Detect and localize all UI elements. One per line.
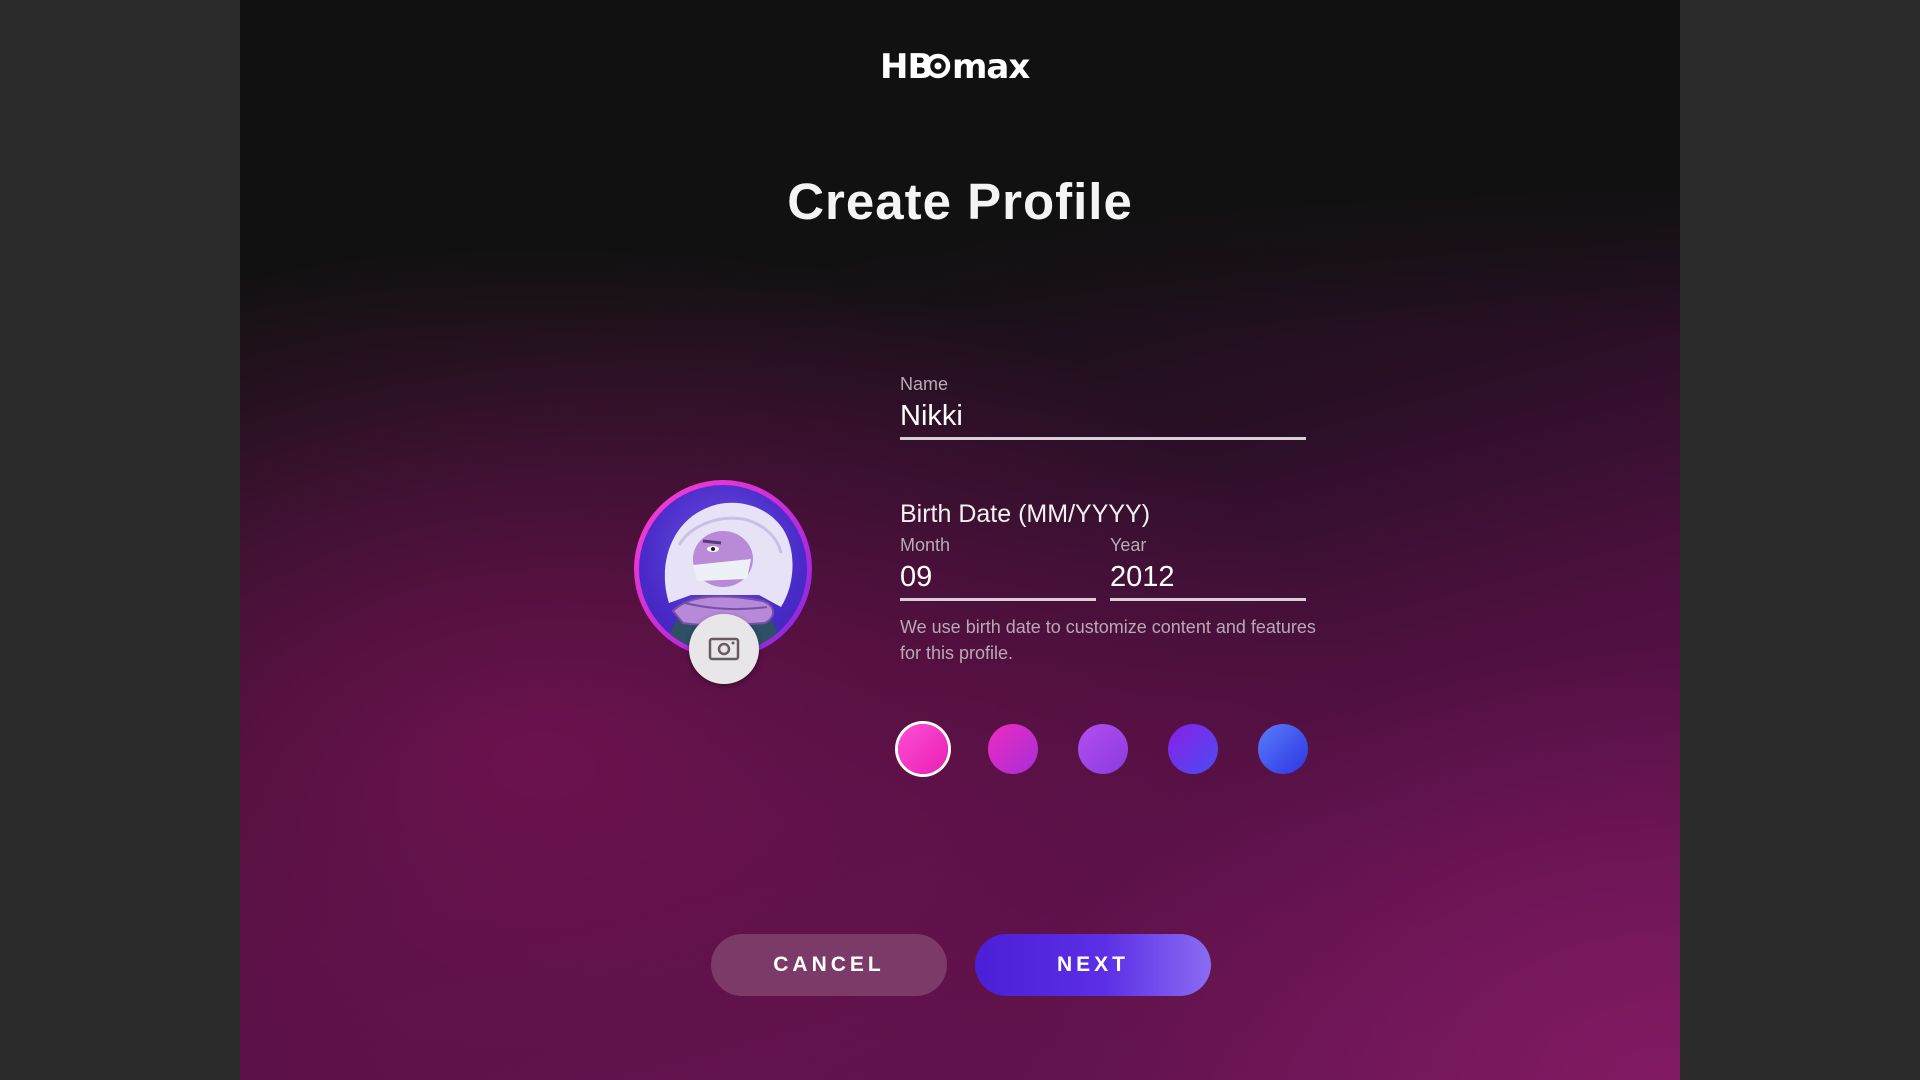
change-avatar-button[interactable]: [689, 614, 759, 684]
color-swatch-blue[interactable]: [1258, 724, 1308, 774]
hbo-max-logo: HB max: [880, 47, 1031, 86]
birth-date-hint: We use birth date to customize content a…: [900, 617, 1316, 663]
color-swatch-indigo[interactable]: [1168, 724, 1218, 774]
color-swatch-magenta[interactable]: [988, 724, 1038, 774]
month-input[interactable]: 09: [900, 561, 932, 594]
svg-text:max: max: [952, 47, 1030, 86]
next-button[interactable]: NEXT: [975, 934, 1211, 996]
color-swatch-pink[interactable]: [898, 724, 948, 774]
name-underline: [900, 437, 1306, 440]
year-underline: [1110, 598, 1306, 601]
create-profile-screen: HB max Create Profile Name Nikki Birth D…: [240, 0, 1680, 1080]
name-label: Name: [900, 374, 949, 394]
name-input[interactable]: Nikki: [900, 400, 963, 433]
color-swatch-violet[interactable]: [1078, 724, 1128, 774]
month-underline: [900, 598, 1096, 601]
month-label: Month: [900, 535, 951, 555]
svg-text:HB: HB: [880, 47, 932, 86]
page-title: Create Profile: [787, 173, 1133, 230]
camera-icon: [708, 637, 740, 661]
birth-date-label: Birth Date (MM/YYYY): [900, 500, 1151, 528]
year-label: Year: [1110, 535, 1147, 555]
cancel-button[interactable]: CANCEL: [711, 934, 947, 996]
year-input[interactable]: 2012: [1110, 561, 1175, 594]
